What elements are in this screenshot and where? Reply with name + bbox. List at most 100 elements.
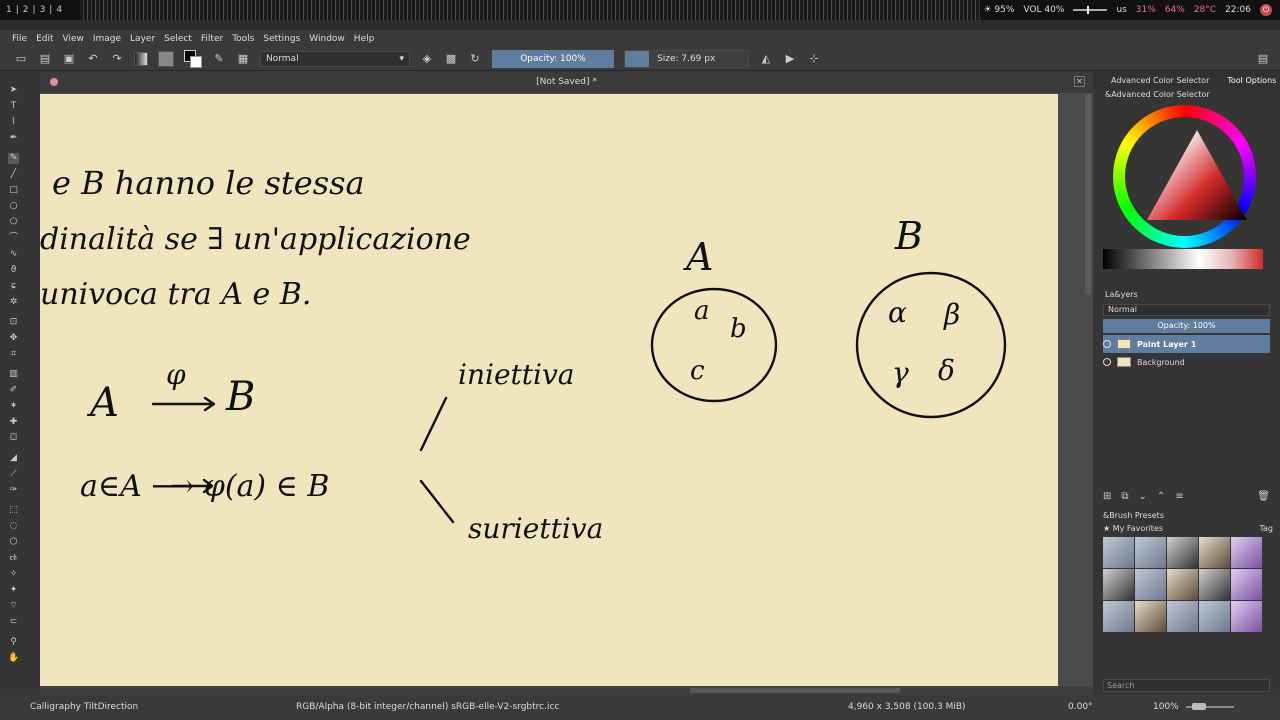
layer-opacity-slider[interactable]: Opacity: 100% [1103,319,1270,333]
bezier-select-tool-icon[interactable]: ⌔ [8,601,19,612]
workspace-3[interactable]: 3 [40,5,46,15]
workspace-2[interactable]: 2 [23,5,29,15]
brush-preset-item[interactable] [1199,601,1230,632]
zoom-slider[interactable] [1186,703,1234,710]
close-icon[interactable]: ✕ [1074,76,1085,87]
rectangle-tool-icon[interactable]: □ [8,185,19,196]
brush-preset-item[interactable] [1167,601,1198,632]
brush-editor-icon[interactable]: ✎ [212,52,226,66]
menu-tools[interactable]: Tools [232,34,254,44]
similar-select-tool-icon[interactable]: ✦ [8,585,19,596]
brush-preset-item[interactable] [1103,537,1134,568]
advanced-color-selector[interactable] [1103,103,1263,273]
polygon-tool-icon[interactable]: ⬠ [8,217,19,228]
text-tool-icon[interactable]: T [8,101,19,112]
calligraphy-tool-icon[interactable]: ✒ [8,133,19,144]
visibility-eye-icon[interactable] [1103,340,1111,348]
duplicate-layer-icon[interactable]: ⧉ [1121,491,1128,507]
brush-preset-item[interactable] [1231,537,1262,568]
bezier-tool-icon[interactable]: ∿ [8,249,19,260]
select-shapes-tool-icon[interactable]: ➤ [8,85,19,96]
transform-tool-icon[interactable]: ⊡ [8,317,19,328]
brush-preset-item[interactable] [1135,537,1166,568]
brush-preset-item[interactable] [1135,569,1166,600]
crop-tool-icon[interactable]: ⌗ [8,349,19,360]
reload-preset-icon[interactable]: ↻ [468,52,482,66]
gradient-swatch[interactable] [134,51,148,66]
undo-icon[interactable]: ↶ [86,52,100,66]
menu-select[interactable]: Select [164,34,192,44]
brush-search-input[interactable]: Search [1103,679,1270,692]
layer-row[interactable]: Paint Layer 1 [1103,335,1270,353]
tab-tool-options[interactable]: Tool Options [1227,76,1276,85]
pattern-swatch[interactable] [158,50,174,67]
delete-layer-icon[interactable]: 🗑 [1257,491,1270,507]
move-tool-icon[interactable]: ✥ [8,333,19,344]
size-slider[interactable]: Size: 7.69 px [624,49,749,68]
workspace-switcher[interactable]: 1 | 2 | 3 | 4 [6,5,62,15]
redo-icon[interactable]: ↷ [110,52,124,66]
menu-window[interactable]: Window [309,34,345,44]
reference-tool-icon[interactable]: ✑ [8,485,19,496]
gradient-tool-icon[interactable]: ▥ [8,369,19,380]
brush-preset-item[interactable] [1199,569,1230,600]
menu-view[interactable]: View [63,34,84,44]
brush-preset-item[interactable] [1199,537,1230,568]
line-tool-icon[interactable]: ╱ [8,169,19,180]
hue-ring[interactable] [1113,105,1256,248]
workspace-1[interactable]: 1 [6,5,12,15]
wrap-around-icon[interactable]: ⊹ [807,52,821,66]
move-layer-up-icon[interactable]: ⌃ [1157,491,1165,507]
colorize-mask-tool-icon[interactable]: ✶ [8,401,19,412]
brush-presets-icon[interactable]: ▦ [236,52,250,66]
menu-image[interactable]: Image [93,34,121,44]
volume-slider[interactable] [1073,6,1108,14]
menu-filter[interactable]: Filter [201,34,223,44]
brush-preset-item[interactable] [1135,601,1166,632]
brush-tag-select[interactable]: ★ My Favorites [1103,524,1163,533]
preserve-alpha-icon[interactable]: ▩ [444,52,458,66]
freehand-select-tool-icon[interactable]: ઌ [8,553,19,564]
ellipse-select-tool-icon[interactable]: ◌ [8,521,19,532]
scrollbar-thumb[interactable] [1085,94,1091,294]
brush-preset-item[interactable] [1231,569,1262,600]
tag-button[interactable]: Tag [1259,524,1273,533]
smart-patch-tool-icon[interactable]: ✚ [8,417,19,428]
open-folder-icon[interactable]: ▤ [38,52,52,66]
freehand-brush-tool-icon[interactable]: ✎ [8,153,19,164]
layer-row[interactable]: Background [1103,353,1270,371]
document-tab[interactable]: [Not Saved] * ✕ [40,71,1093,93]
color-picker-tool-icon[interactable]: ✐ [8,385,19,396]
freehand-path-tool-icon[interactable]: ϑ [8,265,19,276]
new-document-icon[interactable]: ▭ [14,52,28,66]
menu-file[interactable]: File [12,34,27,44]
color-history-strip[interactable] [1103,249,1263,269]
brush-preset-item[interactable] [1167,569,1198,600]
fg-bg-color-swatch[interactable] [184,49,202,68]
brush-preset-item[interactable] [1103,601,1134,632]
blend-mode-select[interactable]: Normal ▾ [260,50,410,67]
edit-shapes-tool-icon[interactable]: ⌇ [8,117,19,128]
assistant-tool-icon[interactable]: ◢ [8,453,19,464]
scrollbar-thumb[interactable] [690,688,900,693]
multibrush-tool-icon[interactable]: ✲ [8,297,19,308]
horizontal-scrollbar[interactable] [40,686,1093,695]
brush-preset-item[interactable] [1231,601,1262,632]
measure-tool-icon[interactable]: ⟋ [8,469,19,480]
magnetic-select-tool-icon[interactable]: ⊂ [8,617,19,628]
save-icon[interactable]: ▣ [62,52,76,66]
menu-layer[interactable]: Layer [130,34,155,44]
drawing-canvas[interactable]: e B hanno le stessa dinalità se ∃ un'app… [40,94,1058,686]
tab-advanced-color-selector[interactable]: Advanced Color Selector [1111,76,1209,85]
menu-settings[interactable]: Settings [263,34,300,44]
mirror-vertical-icon[interactable]: ▶ [783,52,797,66]
polyline-tool-icon[interactable]: ⌒ [8,233,19,244]
pan-tool-icon[interactable]: ✋ [8,653,19,664]
brush-preset-item[interactable] [1167,537,1198,568]
power-icon[interactable]: ⏻ [1260,4,1272,16]
move-layer-down-icon[interactable]: ⌄ [1139,491,1147,507]
saturation-value-triangle[interactable] [1147,130,1247,220]
workspace-chooser-icon[interactable]: ▤ [1256,52,1270,66]
ellipse-tool-icon[interactable]: ○ [8,201,19,212]
menu-edit[interactable]: Edit [36,34,53,44]
